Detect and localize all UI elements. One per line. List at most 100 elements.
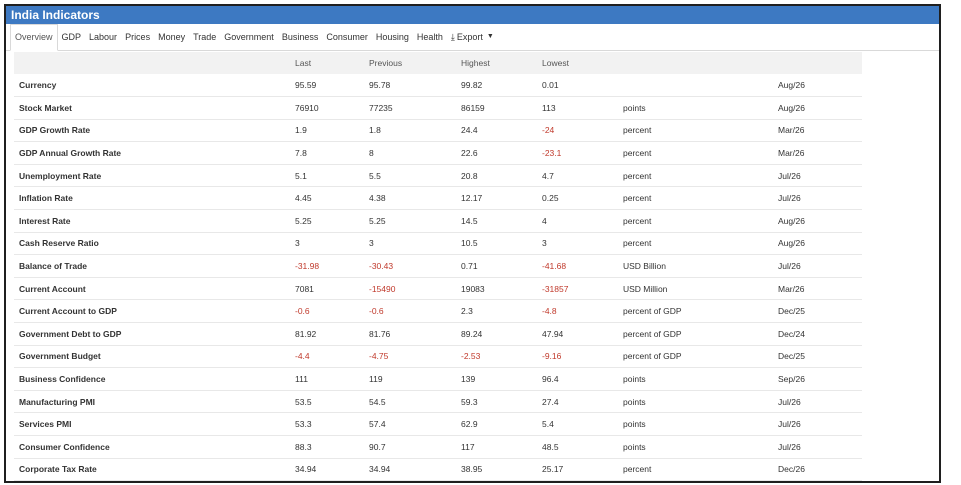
table-row[interactable]: Stock Market 76910 77235 86159 113 points Aug/… [14,97,862,120]
indicator-name[interactable]: Interest Rate [14,210,295,233]
tab-labour[interactable]: Labour [85,24,121,50]
table-row[interactable]: Consumer Confidence 88.3 90.7 117 48.5 points… [14,436,862,459]
indicator-name[interactable]: Business Confidence [14,368,295,391]
table-row[interactable]: Business Confidence 111 119 139 96.4 points Se… [14,368,862,391]
cell-lowest: 113 [542,102,556,113]
indicator-name[interactable]: Balance of Trade [14,255,295,278]
tab-money[interactable]: Money [154,24,189,50]
cell-unit: percent of GDP [623,306,682,317]
tab-bar: Overview GDP Labour Prices Money Trade G… [6,24,939,51]
tab-consumer[interactable]: Consumer [322,24,372,50]
cell-unit: points [623,374,646,385]
cell-previous: 54.5 [369,396,386,407]
table-row[interactable]: Manufacturing PMI 53.5 54.5 59.3 27.4 points J… [14,390,862,413]
indicator-name[interactable]: Unemployment Rate [14,164,295,187]
header-last[interactable]: Last [295,52,369,74]
cell-previous: -30.43 [369,261,394,272]
indicator-name[interactable]: Government Budget [14,345,295,368]
cell-lowest: -24 [542,125,555,136]
table-row[interactable]: Interest Rate 5.25 5.25 14.5 4 percent Aug/26 [14,210,862,233]
indicator-name[interactable]: Current Account [14,277,295,300]
table-row[interactable]: Current Account to GDP -0.6 -0.6 2.3 -4.8 per… [14,300,862,323]
indicator-name[interactable]: Current Account to GDP [14,300,295,323]
cell-highest: 0.71 [461,261,478,272]
cell-last: 4.45 [295,193,312,204]
tab-gdp[interactable]: GDP [58,24,86,50]
header-highest[interactable]: Highest [461,52,542,74]
cell-date: Jul/26 [778,419,801,430]
table-row[interactable]: Inflation Rate 4.45 4.38 12.17 0.25 percent Ju… [14,187,862,210]
export-button[interactable]: ⤓ Export ▼ [447,24,498,50]
indicator-name[interactable]: GDP Annual Growth Rate [14,142,295,165]
cell-unit: percent [623,148,652,159]
cell-previous: 4.38 [369,193,386,204]
cell-unit: percent [623,193,652,204]
table-row[interactable]: GDP Annual Growth Rate 7.8 8 22.6 -23.1 perce… [14,142,862,165]
table-row[interactable]: Cash Reserve Ratio 3 3 10.5 3 percent Aug/26 [14,232,862,255]
header-lowest[interactable]: Lowest [542,52,623,74]
indicator-name[interactable]: Inflation Rate [14,187,295,210]
cell-last: 5.1 [295,170,307,181]
cell-unit: points [623,102,646,113]
indicator-name[interactable]: Consumer Confidence [14,436,295,459]
cell-unit: points [623,441,646,452]
cell-date: Mar/26 [778,148,805,159]
table-row[interactable]: Government Debt to GDP 81.92 81.76 89.24 47.… [14,323,862,346]
cell-previous: 95.78 [369,80,391,91]
table-row[interactable]: GDP Growth Rate 1.9 1.8 24.4 -24 percent Mar/2… [14,119,862,142]
table-row[interactable]: Balance of Trade -31.98 -30.43 0.71 -41.68 US… [14,255,862,278]
indicator-name[interactable]: Currency [14,74,295,97]
indicator-name[interactable]: GDP Growth Rate [14,119,295,142]
cell-highest: -2.53 [461,351,481,362]
cell-highest: 24.4 [461,125,478,136]
tab-trade[interactable]: Trade [189,24,220,50]
cell-previous: -4.75 [369,351,389,362]
cell-last: 53.5 [295,396,312,407]
cell-date: Dec/25 [778,351,805,362]
cell-last: 53.3 [295,419,312,430]
cell-unit: percent [623,215,652,226]
tab-prices[interactable]: Prices [121,24,154,50]
cell-previous: 81.76 [369,328,391,339]
cell-date: Jul/26 [778,441,801,452]
indicator-name[interactable]: Corporate Tax Rate [14,458,295,481]
tab-overview[interactable]: Overview [10,24,58,51]
table-row[interactable]: Government Budget -4.4 -4.75 -2.53 -9.16 perc… [14,345,862,368]
tab-business[interactable]: Business [278,24,323,50]
header-previous[interactable]: Previous [369,52,461,74]
indicator-name[interactable]: Cash Reserve Ratio [14,232,295,255]
cell-last: 34.94 [295,464,317,475]
cell-date: Jul/26 [778,261,801,272]
cell-unit: points [623,396,646,407]
cell-last: 88.3 [295,441,312,452]
cell-previous: 57.4 [369,419,386,430]
cell-unit: USD Million [623,283,668,294]
cell-highest: 2.3 [461,306,473,317]
cell-date: Jul/26 [778,396,801,407]
table-row[interactable]: Services PMI 53.3 57.4 62.9 5.4 points Jul/26 [14,413,862,436]
cell-lowest: 27.4 [542,396,559,407]
export-label: Export [456,32,483,42]
tab-government[interactable]: Government [220,24,278,50]
indicator-name[interactable]: Services PMI [14,413,295,436]
indicator-name[interactable]: Government Debt to GDP [14,323,295,346]
cell-unit: USD Billion [623,261,666,272]
cell-last: 7081 [295,283,314,294]
caret-down-icon: ▼ [486,33,494,40]
table-row[interactable]: Unemployment Rate 5.1 5.5 20.8 4.7 percent Jul… [14,164,862,187]
indicator-name[interactable]: Stock Market [14,97,295,120]
table-row[interactable]: Current Account 7081 -15490 19083 -31857 USD … [14,277,862,300]
cell-previous: 5.5 [369,170,381,181]
cell-previous: -15490 [369,283,396,294]
indicator-name[interactable]: Manufacturing PMI [14,390,295,413]
cell-last: 5.25 [295,215,312,226]
cell-previous: 34.94 [369,464,391,475]
cell-date: Aug/26 [778,80,805,91]
tab-housing[interactable]: Housing [372,24,413,50]
cell-highest: 59.3 [461,396,478,407]
tab-health[interactable]: Health [413,24,447,50]
table-row[interactable]: Corporate Tax Rate 34.94 34.94 38.95 25.17 pe… [14,458,862,481]
cell-date: Dec/26 [778,464,805,475]
table-row[interactable]: Currency 95.59 95.78 99.82 0.01 Aug/26 [14,74,862,97]
cell-unit: percent [623,238,652,249]
